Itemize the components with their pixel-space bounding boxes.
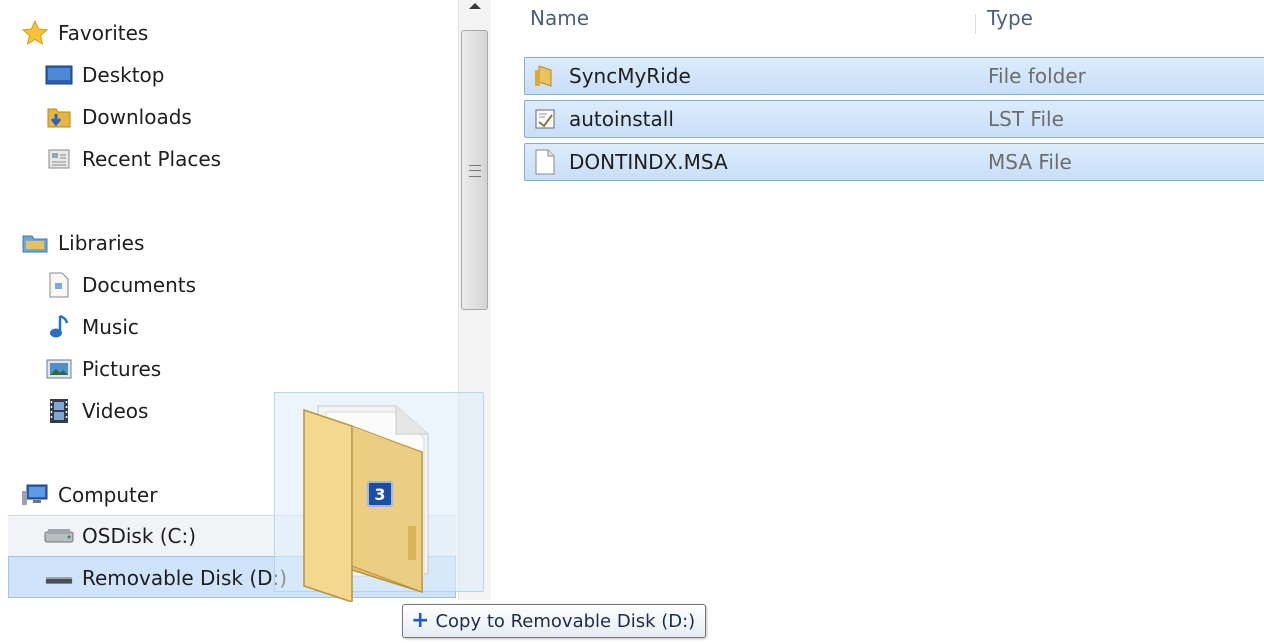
nav-item-videos[interactable]: Videos <box>44 394 148 428</box>
nav-item-label: Recent Places <box>82 147 222 171</box>
nav-item-osdisk[interactable]: OSDisk (C:) <box>44 519 196 553</box>
star-icon <box>20 20 50 46</box>
file-type: LST File <box>988 107 1064 131</box>
file-name: autoinstall <box>569 107 674 131</box>
nav-item-pictures[interactable]: Pictures <box>44 352 161 386</box>
nav-item-downloads[interactable]: Downloads <box>44 100 192 134</box>
nav-item-recent-places[interactable]: Recent Places <box>44 142 221 176</box>
nav-item-music[interactable]: Music <box>44 310 139 344</box>
nav-item-label: Documents <box>82 273 197 297</box>
document-icon <box>44 272 74 298</box>
recent-places-icon <box>44 147 74 171</box>
nav-item-label: OSDisk (C:) <box>82 524 197 548</box>
nav-libraries-label: Libraries <box>58 231 145 255</box>
nav-item-documents[interactable]: Documents <box>44 268 196 302</box>
drag-count-badge: 3 <box>367 481 393 507</box>
computer-icon <box>20 483 50 507</box>
file-type: MSA File <box>988 150 1072 174</box>
file-type: File folder <box>988 64 1086 88</box>
nav-favorites-label: Favorites <box>58 21 149 45</box>
film-icon <box>44 399 74 423</box>
drag-drop-tooltip-text: Copy to Removable Disk (D:) <box>435 610 696 632</box>
nav-libraries[interactable]: Libraries <box>20 226 144 260</box>
music-note-icon <box>44 314 74 339</box>
column-header-name[interactable]: Name <box>530 6 589 30</box>
nav-item-label: Downloads <box>82 105 192 129</box>
nav-item-label: Removable Disk (D:) <box>82 566 288 590</box>
nav-item-label: Music <box>82 315 139 339</box>
file-name: SyncMyRide <box>569 64 691 88</box>
nav-computer-label: Computer <box>58 483 158 507</box>
file-row[interactable]: autoinstall LST File <box>524 100 1264 138</box>
nav-item-desktop[interactable]: Desktop <box>44 58 164 92</box>
removable-drive-icon <box>44 566 74 590</box>
desktop-icon <box>44 63 74 87</box>
picture-icon <box>44 357 74 381</box>
column-header-type[interactable]: Type <box>987 6 1033 30</box>
scroll-up-arrow-icon[interactable] <box>465 2 485 16</box>
file-list-pane: Name Type SyncMyRide File folder autoins… <box>492 0 1264 643</box>
plus-icon: + <box>411 608 430 633</box>
nav-item-label: Pictures <box>82 357 162 381</box>
nav-item-label: Videos <box>82 399 149 423</box>
drag-drop-tooltip: + Copy to Removable Disk (D:) <box>402 604 707 638</box>
file-row[interactable]: SyncMyRide File folder <box>524 57 1264 95</box>
nav-favorites[interactable]: Favorites <box>20 16 148 50</box>
file-row[interactable]: DONTINDX.MSA MSA File <box>524 143 1264 181</box>
column-divider[interactable] <box>975 14 976 34</box>
hard-drive-icon <box>44 524 74 548</box>
nav-item-removable-disk[interactable]: Removable Disk (D:) <box>44 561 287 595</box>
folder-icon <box>531 62 559 90</box>
file-name: DONTINDX.MSA <box>569 150 728 174</box>
scrollbar-thumb[interactable] <box>461 30 488 310</box>
blank-file-icon <box>531 148 559 176</box>
grip-icon <box>469 165 481 177</box>
text-file-icon <box>531 105 559 133</box>
libraries-icon <box>20 231 50 255</box>
nav-item-label: Desktop <box>82 63 165 87</box>
downloads-folder-icon <box>44 105 74 129</box>
nav-computer[interactable]: Computer <box>20 478 157 512</box>
